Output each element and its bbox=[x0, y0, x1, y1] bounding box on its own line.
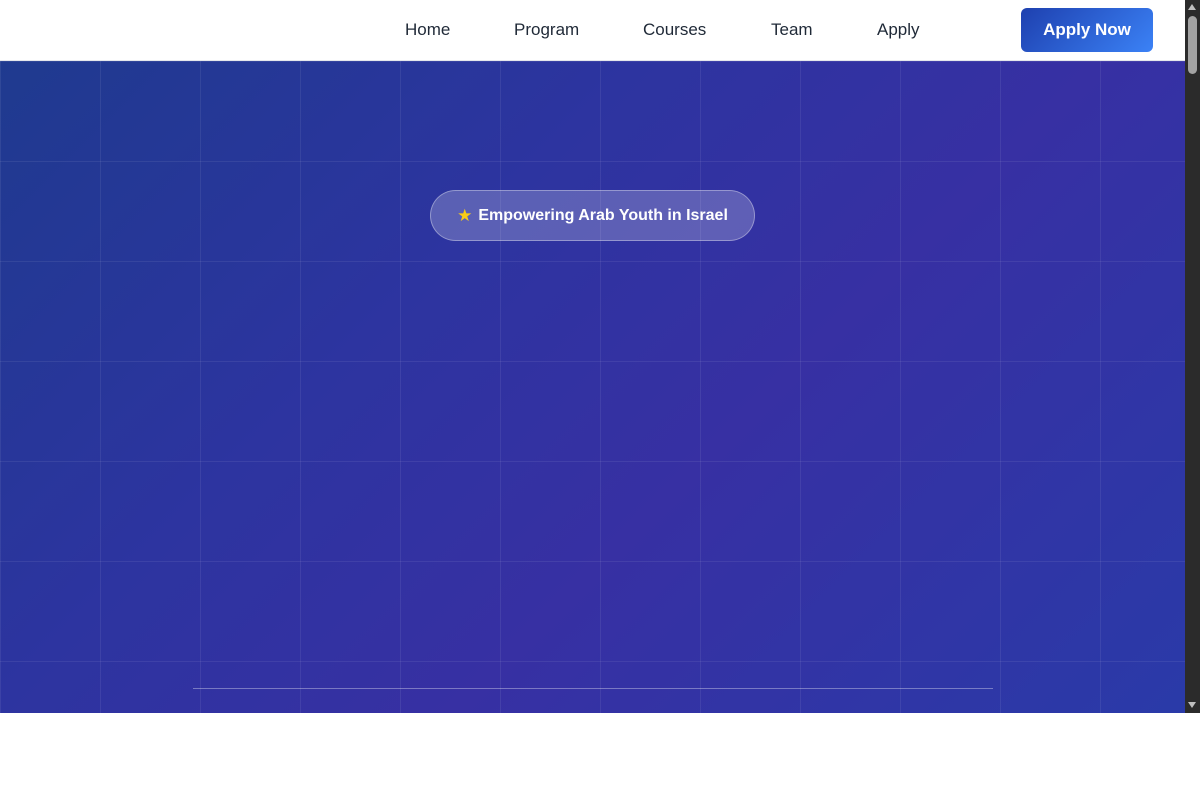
nav-link-apply[interactable]: Apply bbox=[877, 19, 920, 41]
nav-link-program[interactable]: Program bbox=[514, 19, 579, 41]
scroll-down-arrow-icon[interactable] bbox=[1188, 702, 1196, 708]
nav-link-team[interactable]: Team bbox=[771, 19, 813, 41]
scrollbar-thumb[interactable] bbox=[1188, 16, 1197, 74]
star-icon: ★ bbox=[457, 205, 473, 225]
apply-now-button[interactable]: Apply Now bbox=[1021, 8, 1153, 52]
hero-badge: ★ Empowering Arab Youth in Israel bbox=[430, 190, 755, 241]
top-navbar: Home Program Courses Team Apply Apply No… bbox=[0, 0, 1185, 61]
hero-divider bbox=[193, 688, 993, 689]
nav-link-courses[interactable]: Courses bbox=[643, 19, 706, 41]
vertical-scrollbar[interactable] bbox=[1185, 0, 1200, 713]
nav-link-home[interactable]: Home bbox=[405, 19, 450, 41]
page-viewport: Home Program Courses Team Apply Apply No… bbox=[0, 0, 1185, 713]
scroll-up-arrow-icon[interactable] bbox=[1188, 4, 1196, 10]
hero-section: ★ Empowering Arab Youth in Israel bbox=[0, 61, 1185, 713]
hero-badge-text: Empowering Arab Youth in Israel bbox=[478, 206, 728, 224]
hero-grid-background bbox=[0, 61, 1185, 713]
